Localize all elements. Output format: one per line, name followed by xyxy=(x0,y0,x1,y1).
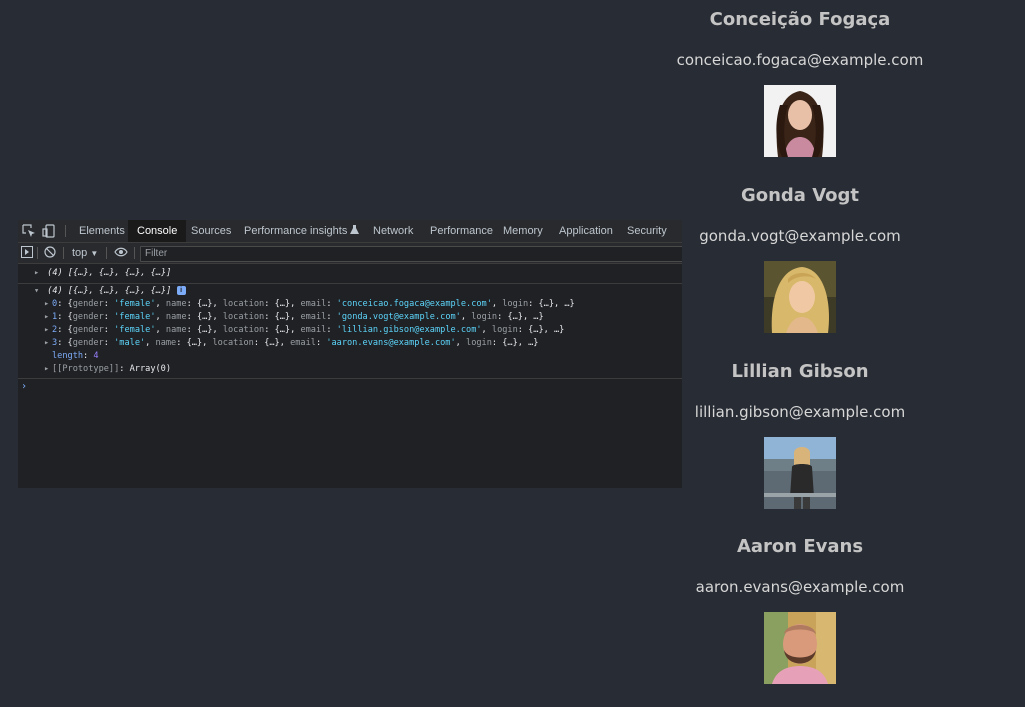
tab-network[interactable]: Network xyxy=(373,220,413,242)
expand-arrow-icon[interactable]: ▸ xyxy=(44,363,52,376)
user-email: conceicao.fogaca@example.com xyxy=(676,51,924,69)
expand-arrow-icon[interactable]: ▸ xyxy=(44,298,52,311)
length-key: length xyxy=(52,351,84,361)
expand-arrow-icon[interactable]: ▸ xyxy=(34,267,42,280)
user-name: Gonda Vogt xyxy=(740,185,860,206)
entry-email: 'lillian.gibson@example.com' xyxy=(336,325,482,335)
expand-arrow-icon[interactable]: ▸ xyxy=(44,311,52,324)
user-avatar xyxy=(764,85,836,157)
array-entry[interactable]: ▸ 2: {gender: 'female', name: {…}, locati… xyxy=(44,324,682,337)
filter-input[interactable]: Filter xyxy=(140,246,682,262)
entry-gender: 'female' xyxy=(114,325,156,335)
prototype-key: [[Prototype]] xyxy=(52,364,120,374)
tab-label: Performance insights xyxy=(244,225,348,237)
devtools-tab-bar: Elements Console Sources Performance ins… xyxy=(18,220,682,243)
tab-memory[interactable]: Memory xyxy=(503,220,543,242)
console-toolbar: top ▼ Filter xyxy=(18,243,682,264)
array-entry[interactable]: ▸ 0: {gender: 'female', name: {…}, locati… xyxy=(44,298,682,311)
array-summary: (4) [{…}, {…}, {…}, {…}] xyxy=(47,268,172,278)
dropdown-caret-icon: ▼ xyxy=(90,249,99,258)
toolbar-divider xyxy=(106,247,107,259)
entry-email: 'conceicao.fogaca@example.com' xyxy=(336,299,492,309)
array-entry[interactable]: ▸ 3: {gender: 'male', name: {…}, location… xyxy=(44,337,682,350)
filter-placeholder: Filter xyxy=(145,248,168,259)
entry-email: 'gonda.vogt@example.com' xyxy=(336,312,461,322)
context-selector[interactable]: top ▼ xyxy=(72,243,98,263)
length-value: 4 xyxy=(93,351,99,361)
sidebar-toggle-icon[interactable] xyxy=(21,243,33,263)
array-length: length: 4 xyxy=(52,351,99,361)
tab-performance-insights[interactable]: Performance insights xyxy=(244,220,360,242)
console-log-expanded[interactable]: ▾ (4) [{…}, {…}, {…}, {…}] i xyxy=(34,285,682,298)
array-summary: (4) [{…}, {…}, {…}, {…}] xyxy=(47,286,172,296)
collapse-arrow-icon[interactable]: ▾ xyxy=(34,285,42,298)
devtools-panel: Elements Console Sources Performance ins… xyxy=(18,220,682,488)
user-avatar xyxy=(764,612,836,684)
entry-gender: 'male' xyxy=(114,338,146,348)
console-prompt[interactable]: › xyxy=(21,380,27,393)
user-name: Conceição Fogaça xyxy=(709,9,891,30)
user-avatar xyxy=(764,437,836,509)
toolbar-divider xyxy=(134,247,135,259)
tab-console[interactable]: Console xyxy=(128,220,187,242)
entry-gender: 'female' xyxy=(114,299,156,309)
info-badge-icon[interactable]: i xyxy=(176,286,186,295)
array-entry[interactable]: ▸ 1: {gender: 'female', name: {…}, locati… xyxy=(44,311,682,324)
live-expression-eye-icon[interactable] xyxy=(114,243,128,263)
tab-divider xyxy=(65,225,66,237)
context-label: top xyxy=(72,247,88,259)
tab-elements[interactable]: Elements xyxy=(79,220,125,242)
console-message-divider xyxy=(18,283,682,284)
device-toolbar-icon[interactable] xyxy=(42,224,56,238)
console-message-divider xyxy=(18,378,682,379)
prototype-value: Array(0) xyxy=(129,364,172,374)
experiment-flask-icon xyxy=(350,225,360,237)
tab-sources[interactable]: Sources xyxy=(191,220,231,242)
toolbar-divider xyxy=(37,247,38,259)
tab-security[interactable]: Security xyxy=(627,220,667,242)
clear-console-icon[interactable] xyxy=(44,243,56,263)
entry-gender: 'female' xyxy=(114,312,156,322)
expand-arrow-icon[interactable]: ▸ xyxy=(44,324,52,337)
console-log-collapsed[interactable]: ▸ (4) [{…}, {…}, {…}, {…}] xyxy=(34,267,682,280)
expand-arrow-icon[interactable]: ▸ xyxy=(44,337,52,350)
array-prototype[interactable]: ▸ [[Prototype]]: Array(0) xyxy=(44,363,682,376)
toolbar-divider xyxy=(63,247,64,259)
tab-performance[interactable]: Performance xyxy=(430,220,493,242)
user-avatar xyxy=(764,261,836,333)
inspect-element-icon[interactable] xyxy=(22,224,36,238)
console-output: ▸ (4) [{…}, {…}, {…}, {…}] ▾ (4) [{…}, {… xyxy=(18,264,682,488)
entry-email: 'aaron.evans@example.com' xyxy=(326,338,456,348)
tab-application[interactable]: Application xyxy=(559,220,613,242)
user-name: Aaron Evans xyxy=(736,536,864,557)
user-email: aaron.evans@example.com xyxy=(695,578,905,596)
